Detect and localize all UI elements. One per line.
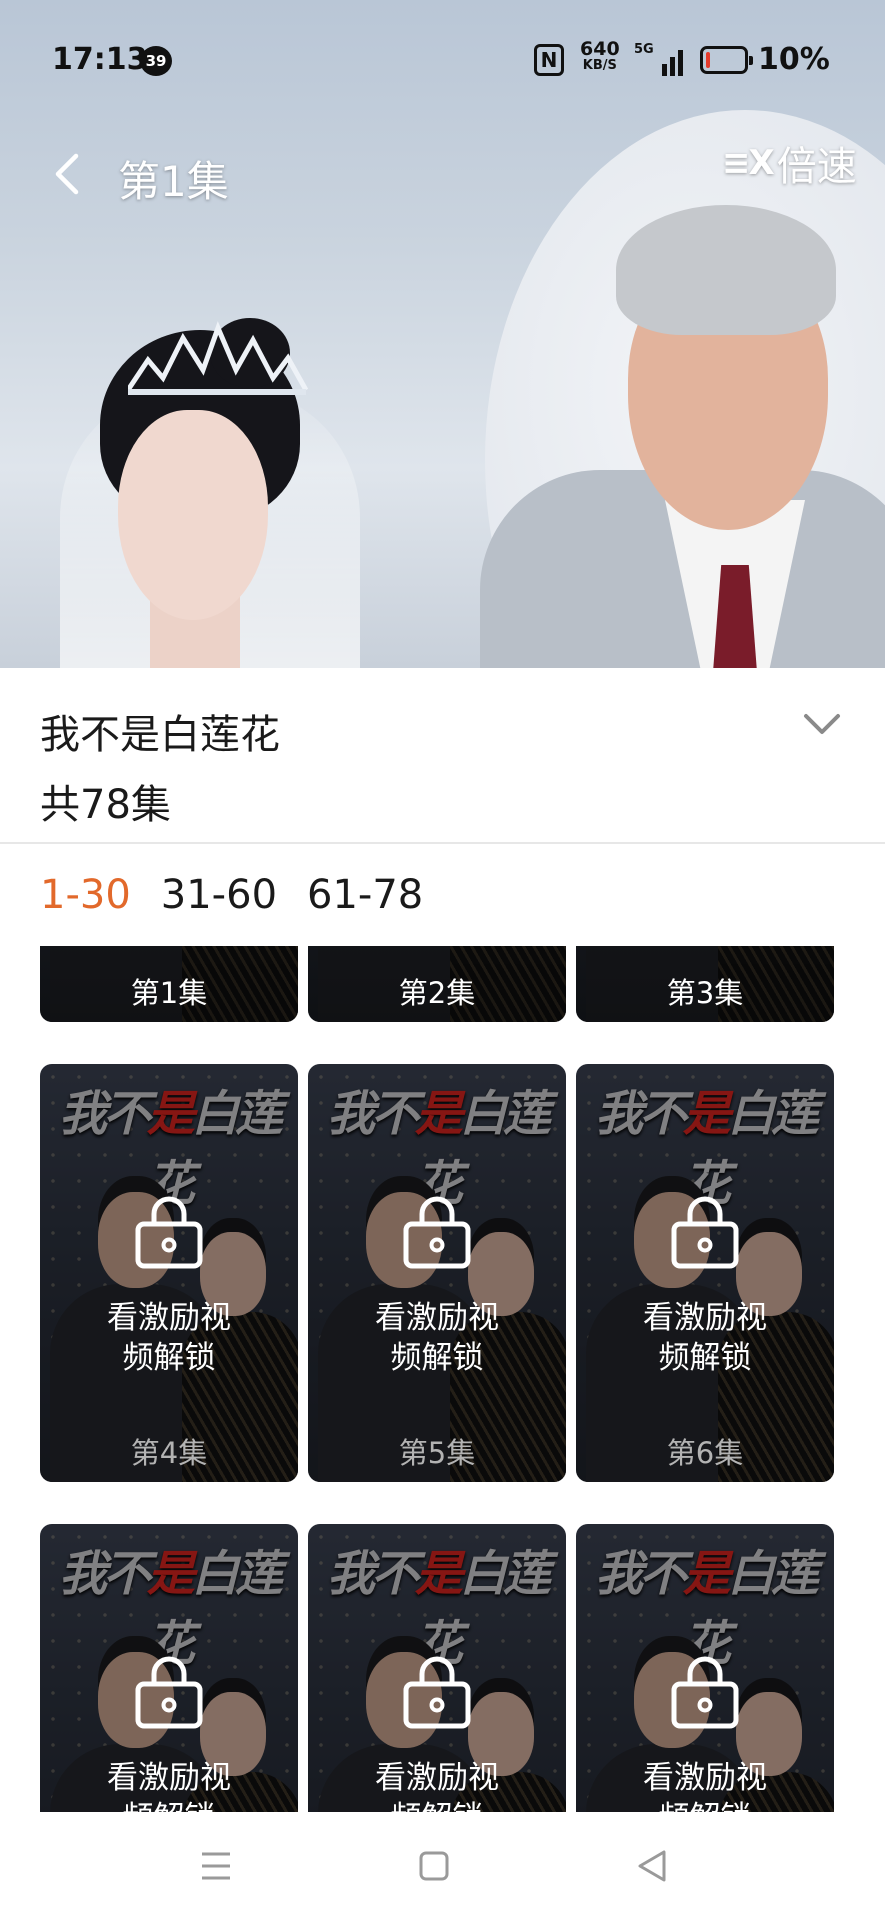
speed-label: 倍速 [776,144,857,190]
network-speed: 640 KB/S [580,38,620,73]
episode-title: 第1集 [118,157,229,206]
lock-icon [135,1656,203,1729]
episode-grid: 我不是白莲花第1集我不是白莲花第2集我不是白莲花第3集我不是白莲花看激励视频解锁… [0,946,885,1812]
episode-card[interactable]: 我不是白莲花第2集 [308,946,566,1022]
episode-label: 第4集 [130,1436,208,1470]
status-time: 17:13 [52,42,148,77]
episode-label: 第2集 [398,976,476,1010]
lock-icon [671,1196,739,1269]
playback-speed-button[interactable]: ≡X 倍速 [722,134,857,192]
episode-count: 共78集 [40,782,171,828]
unlock-hint: 看激励视频解锁 [107,1760,231,1812]
back-triangle-icon[interactable] [632,1846,672,1886]
battery-percent: 10% [758,42,830,77]
lock-icon [403,1196,471,1269]
episode-label: 第5集 [398,1436,476,1470]
unlock-hint: 看激励视频解锁 [107,1300,231,1376]
home-square-icon[interactable] [414,1846,454,1886]
episode-label: 第6集 [666,1436,744,1470]
status-bar: 17:13 39 N 640 KB/S 5G 10% [0,0,885,120]
battery-icon [700,46,753,74]
episode-card[interactable]: 我不是白莲花看激励视频解锁 [308,1524,566,1812]
nfc-icon: N [534,44,564,76]
menu-icon[interactable] [196,1846,236,1886]
episode-card[interactable]: 我不是白莲花第3集 [576,946,834,1022]
lock-icon [135,1196,203,1269]
chevron-down-icon[interactable] [800,704,844,744]
video-figure [616,205,836,335]
episode-card[interactable]: 我不是白莲花第1集 [40,946,298,1022]
episode-label: 第1集 [130,976,208,1010]
tab-range-2[interactable]: 31-60 [161,872,277,918]
video-player[interactable]: 17:13 39 N 640 KB/S 5G 10% 第1集 ≡X 倍速 [0,0,885,668]
speed-icon: ≡X [722,143,775,183]
lock-icon [671,1656,739,1729]
unlock-hint: 看激励视频解锁 [375,1760,499,1812]
episode-card[interactable]: 我不是白莲花看激励视频解锁 [40,1524,298,1812]
card-overlay [40,1064,298,1482]
divider [0,842,885,844]
card-overlay [576,1064,834,1482]
back-button[interactable] [44,148,96,200]
system-nav-bar [0,1812,885,1920]
episode-card[interactable]: 我不是白莲花 看激励视 频解锁 第6集 [576,1064,834,1482]
unlock-hint: 看激励视频解锁 [643,1300,767,1376]
episode-label: 第3集 [666,976,744,1010]
episode-range-tabs: 1-30 31-60 61-78 [40,872,423,918]
notification-badge: 39 [140,46,172,76]
episode-card[interactable]: 我不是白莲花 看激励视 频解锁 第4集 [40,1064,298,1482]
episode-card[interactable]: 我不是白莲花 看激励视 频解锁 第5集 [308,1064,566,1482]
crown-graphic [128,321,308,395]
video-figure [118,410,268,620]
drama-title: 我不是白莲花 [40,712,280,758]
tab-range-3[interactable]: 61-78 [307,872,423,918]
unlock-hint: 看激励视频解锁 [375,1300,499,1376]
card-overlay [308,1064,566,1482]
signal-icon [662,50,683,76]
tab-range-1[interactable]: 1-30 [40,872,131,918]
episode-card[interactable]: 我不是白莲花看激励视频解锁 [576,1524,834,1812]
lock-icon [403,1656,471,1729]
unlock-hint: 看激励视频解锁 [643,1760,767,1812]
